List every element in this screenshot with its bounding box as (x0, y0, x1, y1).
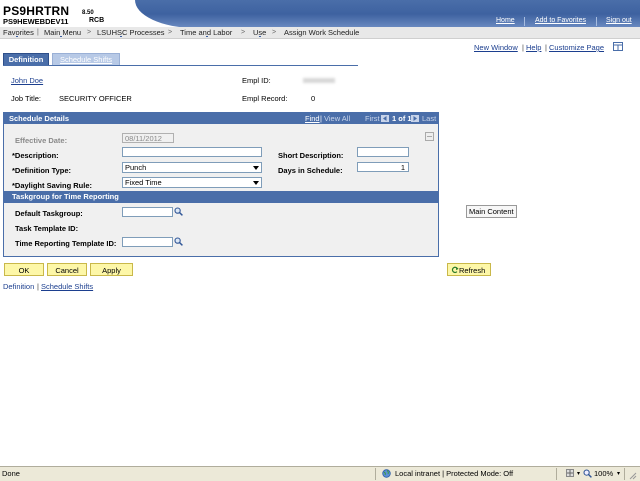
short-description-label: Short Description: (278, 151, 344, 160)
schedule-details-group: Schedule Details Find | View All First 1… (3, 112, 439, 257)
globe-icon (382, 469, 391, 478)
help-link[interactable]: Help (526, 43, 541, 52)
apply-button[interactable]: Apply (90, 263, 133, 276)
days-in-schedule-label: Days in Schedule: (278, 166, 343, 175)
nav-divider: | (320, 114, 322, 123)
tab-underline (3, 65, 358, 66)
daylight-saving-rule-select[interactable]: Fixed Time (122, 177, 262, 188)
status-divider (556, 468, 557, 480)
footer-schedule-shifts-link[interactable]: Schedule Shifts (41, 282, 93, 291)
taskgroup-title: Taskgroup for Time Reporting (12, 192, 119, 201)
breadcrumb-chevron: > (87, 29, 92, 36)
footer-divider: | (37, 282, 39, 291)
cancel-button[interactable]: Cancel (47, 263, 87, 276)
database-name: PS9HEWEBDEV11 (3, 17, 69, 26)
status-divider (624, 468, 625, 480)
empl-id-redacted (303, 78, 335, 83)
chevron-down-icon[interactable]: ▾ (617, 470, 620, 477)
daylight-saving-rule-value: Fixed Time (125, 178, 162, 187)
row-counter: 1 of 1 (392, 114, 412, 123)
sign-out-link[interactable]: Sign out (606, 17, 632, 24)
customize-page-link[interactable]: Customize Page (549, 43, 604, 52)
first-link[interactable]: First (365, 113, 380, 124)
definition-type-value: Punch (125, 163, 147, 172)
find-link[interactable]: Find (305, 113, 320, 124)
breadcrumb-assign-work-schedule[interactable]: Assign Work Schedule (284, 28, 359, 37)
chevron-down-icon[interactable]: ▾ (577, 470, 580, 477)
link-divider: | (522, 43, 524, 52)
user-code: RCB (89, 17, 105, 24)
breadcrumb: Favorites | Main Menu > LSUHSC Processes… (0, 27, 640, 39)
definition-type-label: *Definition Type: (12, 166, 72, 175)
breadcrumb-lsuhsc-processes[interactable]: LSUHSC Processes (97, 28, 165, 37)
time-reporting-template-label: Time Reporting Template ID: (15, 239, 117, 248)
schedule-details-header: Schedule Details Find | View All First 1… (4, 113, 438, 124)
zoom-icon[interactable] (583, 469, 592, 478)
breadcrumb-divider: | (37, 29, 39, 36)
empl-id-label: Empl ID: (242, 76, 271, 85)
header-divider (596, 17, 597, 26)
zoom-level[interactable]: 100% (594, 469, 613, 478)
chevron-down-icon (253, 181, 259, 185)
status-divider (375, 468, 376, 480)
chevron-down-icon (253, 166, 259, 170)
breadcrumb-chevron: > (241, 29, 246, 36)
grid-icon[interactable] (613, 42, 623, 51)
dropdown-indicator-icon (16, 36, 19, 37)
effective-date-field: 08/11/2012 (122, 133, 174, 143)
refresh-icon (451, 266, 459, 274)
dropdown-indicator-icon (259, 36, 262, 37)
schedule-details-title: Schedule Details (9, 114, 70, 123)
search-icon[interactable] (174, 207, 183, 216)
effective-date-label: Effective Date: (15, 136, 68, 145)
breadcrumb-chevron: > (168, 29, 173, 36)
dropdown-indicator-icon (60, 36, 63, 37)
job-title-label: Job Title: (11, 94, 42, 103)
default-taskgroup-input[interactable] (122, 207, 173, 217)
breadcrumb-chevron: > (272, 29, 277, 36)
default-taskgroup-label: Default Taskgroup: (15, 209, 83, 218)
short-description-input[interactable] (357, 147, 409, 157)
task-template-id-label: Task Template ID: (15, 224, 79, 233)
link-divider: | (545, 43, 547, 52)
view-all-link[interactable]: View All (324, 113, 350, 124)
last-link[interactable]: Last (422, 113, 436, 124)
security-zone-text: Local intranet | Protected Mode: Off (395, 469, 514, 478)
description-input[interactable] (122, 147, 262, 157)
protected-mode-icon[interactable] (566, 469, 576, 478)
ok-button[interactable]: OK (4, 263, 44, 276)
daylight-saving-rule-label: *Daylight Saving Rule: (12, 181, 93, 190)
header-band: Home Add to Favorites Sign out (135, 0, 640, 28)
previous-arrow-icon[interactable] (381, 115, 389, 122)
description-label: *Description: (12, 151, 59, 160)
refresh-label: Refresh (459, 266, 486, 275)
job-title-value: SECURITY OFFICER (59, 94, 132, 103)
add-favorites-link[interactable]: Add to Favorites (535, 17, 586, 24)
browser-status-bar: Done Local intranet | Protected Mode: Of… (0, 466, 640, 481)
delete-row-icon (425, 132, 434, 141)
search-icon[interactable] (174, 237, 183, 246)
taskgroup-header: Taskgroup for Time Reporting (4, 191, 438, 203)
empl-record-label: Empl Record: (242, 94, 288, 103)
days-in-schedule-input[interactable]: 1 (357, 162, 409, 172)
footer-definition-link[interactable]: Definition (3, 282, 34, 291)
home-link[interactable]: Home (496, 17, 515, 24)
next-arrow-icon[interactable] (411, 115, 419, 122)
header-divider (524, 17, 525, 26)
dropdown-indicator-icon (120, 36, 123, 37)
app-version: 8.50 (82, 10, 94, 16)
time-reporting-template-input[interactable] (122, 237, 173, 247)
dropdown-indicator-icon (206, 36, 209, 37)
definition-type-select[interactable]: Punch (122, 162, 262, 173)
empl-record-value: 0 (311, 94, 316, 103)
resize-grip-icon[interactable] (628, 471, 637, 480)
app-name: PS9HRTRN (3, 4, 70, 18)
refresh-button[interactable]: Refresh (447, 263, 491, 276)
status-text: Done (2, 469, 20, 478)
employee-name-link[interactable]: John Doe (11, 76, 43, 85)
main-content-tooltip: Main Content (466, 205, 517, 218)
new-window-link[interactable]: New Window (474, 43, 518, 52)
